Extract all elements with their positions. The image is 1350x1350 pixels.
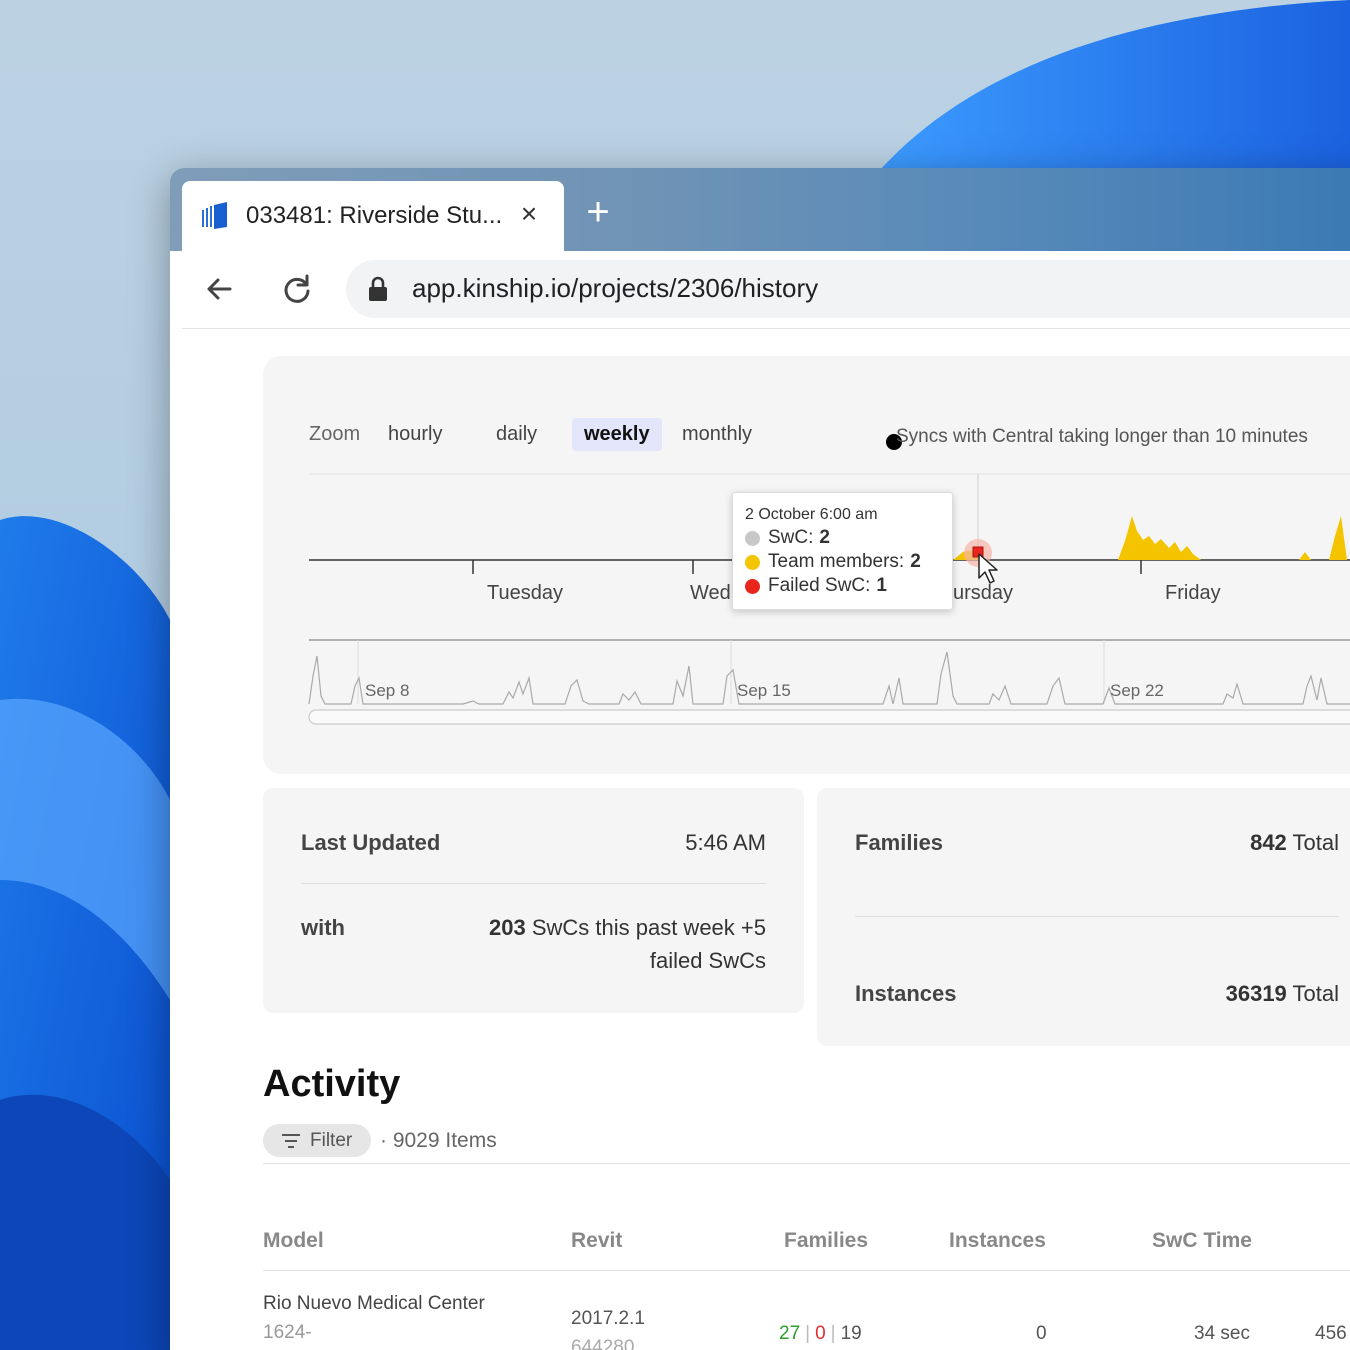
zoom-daily-button[interactable]: daily — [484, 418, 549, 451]
tab-bar: 033481: Riverside Stu... × + — [170, 168, 1350, 251]
swc-text-1: SwCs this past week +5 — [531, 915, 766, 940]
filter-label: Filter — [310, 1130, 353, 1151]
filter-button[interactable]: Filter — [263, 1124, 371, 1157]
column-header-instances[interactable]: Instances — [949, 1229, 1046, 1253]
page-content: Zoom hourly daily weekly monthly Syncs w… — [182, 329, 1350, 1350]
tooltip-row-swc: SwC: 2 — [745, 526, 940, 550]
row-families: 27 | 0 | 19 — [779, 1323, 862, 1344]
back-arrow-icon[interactable] — [202, 271, 238, 307]
with-value: 203 SwCs this past week +5 failed SwCs — [489, 911, 766, 977]
instances-label: Instances — [855, 981, 957, 1006]
families-value: 842 Total — [1250, 826, 1339, 859]
failed-dot-icon — [745, 578, 760, 594]
zoom-weekly-button[interactable]: weekly — [572, 418, 662, 451]
legend-text: Syncs with Central taking longer than 10… — [896, 426, 1308, 447]
row-revit-version: 2017.2.1 — [571, 1308, 645, 1329]
families-added: 27 — [779, 1323, 801, 1344]
stat-divider — [301, 883, 766, 884]
browser-tab[interactable]: 033481: Riverside Stu... × — [182, 181, 564, 251]
stat-divider — [855, 916, 1339, 917]
history-chart-card: Zoom hourly daily weekly monthly Syncs w… — [263, 356, 1350, 774]
activity-heading: Activity — [263, 1063, 401, 1105]
swc-dot-icon — [745, 530, 760, 546]
chart-tooltip: 2 October 6:00 am SwC: 2 Team members: 2… — [732, 492, 953, 610]
new-tab-icon[interactable]: + — [580, 192, 616, 232]
tooltip-swc-label: SwC: — [768, 527, 814, 548]
column-header-families[interactable]: Families — [784, 1229, 868, 1253]
url-text: app.kinship.io/projects/2306/history — [412, 273, 819, 303]
column-header-swc-time[interactable]: SwC Time — [1152, 1229, 1252, 1253]
navigator-label-sep-22: Sep 22 — [1110, 681, 1164, 700]
reload-icon[interactable] — [279, 271, 315, 307]
row-swc-time: 34 sec — [1194, 1323, 1250, 1344]
instances-total-text: Total — [1292, 981, 1339, 1006]
table-header-divider — [263, 1270, 1350, 1271]
swc-count: 203 — [488, 915, 526, 940]
url-field[interactable]: app.kinship.io/projects/2306/history — [346, 260, 1350, 318]
with-label: with — [301, 915, 345, 940]
instances-count: 36319 — [1225, 981, 1287, 1006]
lock-icon — [369, 276, 387, 301]
browser-window: 033481: Riverside Stu... × + app.kinship… — [170, 168, 1350, 1350]
day-label-tuesday: Tuesday — [487, 582, 563, 604]
families-total-text: Total — [1292, 830, 1339, 855]
tooltip-failed-value: 1 — [876, 575, 887, 596]
navigator-label-sep-8: Sep 8 — [365, 681, 410, 700]
items-count: · 9029 Items — [380, 1129, 497, 1152]
navigator-series — [308, 651, 1350, 705]
row-extra-value: 456 — [1315, 1323, 1347, 1344]
close-tab-icon[interactable]: × — [516, 200, 542, 228]
tooltip-failed-label: Failed SwC: — [768, 575, 871, 596]
row-model-name: Rio Nuevo Medical Center — [263, 1293, 485, 1314]
tooltip-swc-value: 2 — [819, 527, 830, 548]
navigator-scrollbar — [308, 709, 1350, 725]
filter-icon — [282, 1134, 300, 1148]
tab-title: 033481: Riverside Stu... — [246, 202, 503, 229]
last-updated-value: 5:46 AM — [685, 830, 766, 855]
kinship-logo-icon — [202, 202, 227, 229]
day-label-wednesday: Wed — [690, 582, 731, 604]
day-label-friday: Friday — [1165, 582, 1221, 604]
last-updated-label: Last Updated — [301, 830, 441, 855]
row-model-sub: 1624- — [263, 1322, 312, 1343]
team-members-area — [1329, 516, 1347, 560]
tooltip-row-team: Team members: 2 — [745, 550, 940, 574]
team-members-area — [1118, 516, 1201, 560]
tooltip-team-label: Team members: — [768, 551, 905, 572]
zoom-label: Zoom — [309, 423, 361, 445]
activity-divider — [263, 1163, 1350, 1164]
day-label-thursday: ursday — [953, 582, 1014, 604]
zoom-hourly-button[interactable]: hourly — [376, 418, 454, 451]
team-members-area — [1299, 552, 1311, 560]
swc-text-2: failed SwCs — [649, 948, 766, 973]
row-instances: 0 — [1036, 1323, 1047, 1344]
families-label: Families — [855, 830, 944, 855]
tooltip-team-value: 2 — [910, 551, 921, 572]
instances-value: 36319 Total — [1226, 977, 1339, 1010]
team-dot-icon — [745, 554, 760, 570]
tooltip-row-failed: Failed SwC: 1 — [745, 574, 940, 598]
families-count: 842 — [1250, 830, 1287, 855]
column-header-revit[interactable]: Revit — [571, 1229, 622, 1253]
families-removed: 0 — [815, 1323, 826, 1344]
zoom-monthly-button[interactable]: monthly — [670, 418, 764, 451]
tooltip-title: 2 October 6:00 am — [745, 506, 878, 523]
families-instances-card: Families 842 Total Instances 36319 Total — [817, 788, 1350, 1046]
address-bar: app.kinship.io/projects/2306/history — [182, 251, 1350, 329]
families-modified: 19 — [840, 1323, 862, 1344]
column-header-model[interactable]: Model — [263, 1229, 324, 1253]
row-revit-build: 644280 — [571, 1337, 635, 1350]
navigator-label-sep-15: Sep 15 — [737, 681, 791, 700]
last-updated-card: Last Updated 5:46 AM with 203 SwCs this … — [263, 788, 804, 1013]
